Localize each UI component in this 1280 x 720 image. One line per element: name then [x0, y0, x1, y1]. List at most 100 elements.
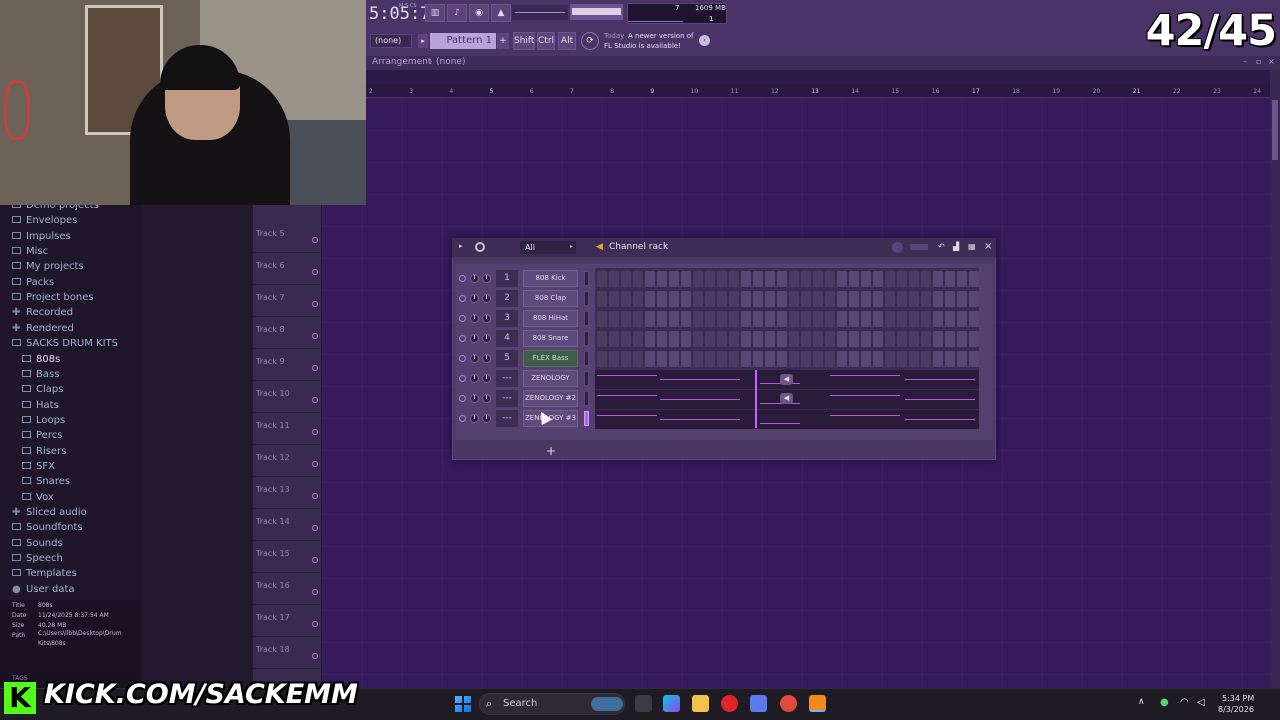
step-button[interactable] [789, 351, 799, 367]
track-mute-icon[interactable] [312, 429, 318, 435]
browser-item[interactable]: 808s [22, 354, 60, 369]
track-mute-icon[interactable] [312, 237, 318, 243]
track-header[interactable]: Track 6 [253, 253, 322, 285]
track-mute-icon[interactable] [312, 525, 318, 531]
step-button[interactable] [621, 291, 631, 307]
step-button[interactable] [921, 331, 931, 347]
ruler-bar-number[interactable]: 20 [1093, 88, 1101, 95]
step-button[interactable] [813, 351, 823, 367]
ruler-bar-number[interactable]: 5 [490, 88, 494, 95]
step-button[interactable] [669, 291, 679, 307]
pattern-selector[interactable]: Pattern 1 [430, 33, 496, 49]
channel-volume-knob[interactable] [482, 334, 491, 343]
browser-item[interactable]: Soundfonts [12, 522, 83, 537]
step-button[interactable] [621, 271, 631, 287]
step-button[interactable] [825, 311, 835, 327]
step-button[interactable] [729, 311, 739, 327]
browser-item[interactable]: Hats [22, 400, 59, 415]
step-button[interactable] [849, 291, 859, 307]
channel-mute-led[interactable] [459, 315, 466, 322]
channel-volume-icon[interactable]: ◀ [780, 393, 793, 404]
step-button[interactable] [909, 271, 919, 287]
channel-volume-knob[interactable] [482, 314, 491, 323]
step-button[interactable] [657, 311, 667, 327]
step-button[interactable] [705, 271, 715, 287]
ruler-bar-number[interactable]: 4 [449, 88, 453, 95]
add-channel-button[interactable]: + [546, 444, 556, 458]
step-button[interactable] [609, 271, 619, 287]
step-button[interactable] [645, 311, 655, 327]
step-button[interactable] [765, 291, 775, 307]
channel-select[interactable] [584, 411, 589, 426]
step-button[interactable] [969, 271, 979, 287]
track-mute-icon[interactable] [312, 653, 318, 659]
step-button[interactable] [609, 331, 619, 347]
step-button[interactable] [789, 291, 799, 307]
step-button[interactable] [849, 351, 859, 367]
track-mute-icon[interactable] [312, 461, 318, 467]
swing-knob[interactable] [892, 242, 903, 253]
step-button[interactable] [873, 311, 883, 327]
step-button[interactable] [633, 331, 643, 347]
ruler-bar-number[interactable]: 6 [530, 88, 534, 95]
step-button[interactable] [885, 311, 895, 327]
step-button[interactable] [681, 331, 691, 347]
browser-item[interactable]: Snares [22, 476, 70, 491]
step-button[interactable] [945, 331, 955, 347]
step-button[interactable] [837, 331, 847, 347]
alt-button[interactable]: Alt [558, 32, 576, 50]
browser-item[interactable]: Templates [12, 568, 77, 583]
browser-item[interactable]: ● User data [12, 584, 75, 599]
recording-icon[interactable]: ◉ [469, 4, 489, 22]
step-button[interactable] [921, 291, 931, 307]
ruler-bar-number[interactable]: 17 [972, 88, 980, 95]
step-button[interactable] [717, 351, 727, 367]
track-header[interactable]: Track 11 [253, 413, 322, 445]
step-button[interactable] [849, 311, 859, 327]
browser-item[interactable]: Risers [22, 446, 66, 461]
step-button[interactable] [873, 331, 883, 347]
step-button[interactable] [621, 311, 631, 327]
step-button[interactable] [825, 351, 835, 367]
clock-date[interactable]: 8/3/2026 [1218, 705, 1254, 714]
step-button[interactable] [897, 271, 907, 287]
shift-button[interactable]: Shift [513, 32, 535, 50]
step-button[interactable] [777, 351, 787, 367]
step-button[interactable] [909, 291, 919, 307]
browser-item[interactable]: ✚ Sliced audio [12, 507, 87, 522]
volume-icon[interactable]: ◁ [1197, 697, 1205, 708]
channel-name-button[interactable]: ZENOLOGY [523, 370, 578, 387]
step-button[interactable] [885, 351, 895, 367]
step-button[interactable] [813, 271, 823, 287]
step-button[interactable] [849, 271, 859, 287]
step-button[interactable] [933, 311, 943, 327]
channel-mixer-track[interactable]: 3 [496, 310, 518, 327]
channel-name-button[interactable]: FLEX Bass [523, 350, 578, 367]
ruler-bar-number[interactable]: 22 [1173, 88, 1181, 95]
channel-filter[interactable]: All [520, 241, 576, 254]
browser-item[interactable]: SACKS DRUM KITS [12, 338, 118, 353]
step-button[interactable] [969, 291, 979, 307]
step-button[interactable] [801, 271, 811, 287]
step-button[interactable] [957, 291, 967, 307]
step-button[interactable] [597, 351, 607, 367]
browser-item[interactable]: SFX [22, 461, 55, 476]
step-button[interactable] [933, 271, 943, 287]
channel-pan-knob[interactable] [470, 354, 479, 363]
step-button[interactable] [873, 271, 883, 287]
step-button[interactable] [621, 351, 631, 367]
store-icon[interactable] [750, 695, 767, 712]
browser-item[interactable]: Sounds [12, 538, 63, 553]
browser-item[interactable]: Envelopes [12, 215, 77, 230]
step-button[interactable] [633, 351, 643, 367]
step-button[interactable] [777, 291, 787, 307]
step-button[interactable] [705, 351, 715, 367]
ctrl-button[interactable]: Ctrl [537, 32, 555, 50]
step-button[interactable] [681, 271, 691, 287]
step-button[interactable] [837, 311, 847, 327]
step-button[interactable] [753, 331, 763, 347]
step-button[interactable] [885, 271, 895, 287]
step-button[interactable] [741, 351, 751, 367]
step-button[interactable] [657, 351, 667, 367]
channel-select[interactable] [584, 311, 589, 326]
